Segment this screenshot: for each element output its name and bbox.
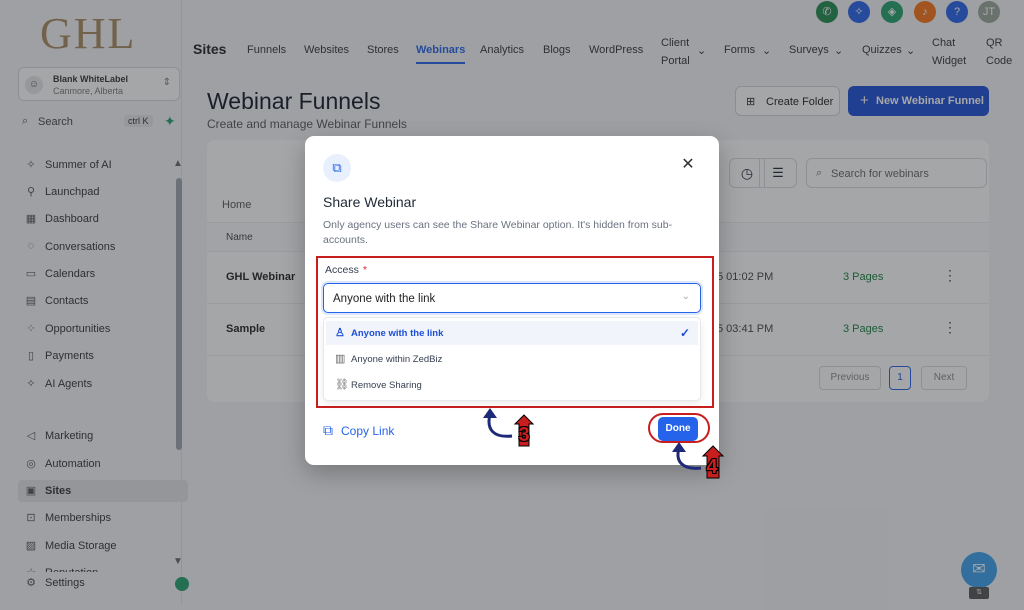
access-option-remove-sharing[interactable]: ⛓ Remove Sharing: [326, 373, 698, 397]
annotation-step-3: 3: [518, 424, 530, 446]
share-copy-icon: ⧉: [323, 154, 351, 182]
access-option-label: Anyone within ZedBiz: [351, 354, 443, 365]
annotation-step-4: 4: [706, 456, 718, 478]
access-option-within-org[interactable]: ▥ Anyone within ZedBiz: [326, 347, 698, 371]
access-label: Access *: [325, 264, 367, 276]
access-select[interactable]: Anyone with the link ⌄: [323, 283, 701, 313]
checkmark-icon: ✓: [679, 326, 690, 340]
access-dropdown: ♙ Anyone with the link ✓ ▥ Anyone within…: [323, 317, 701, 401]
required-mark: *: [362, 264, 367, 276]
user-icon: ♙: [335, 327, 345, 339]
access-select-value: Anyone with the link: [333, 293, 436, 305]
modal-description: Only agency users can see the Share Webi…: [323, 219, 673, 246]
copy-link-label: Copy Link: [341, 424, 395, 438]
copy-icon: ⧉: [323, 422, 333, 438]
access-option-label: Remove Sharing: [351, 380, 422, 391]
access-option-anyone-link[interactable]: ♙ Anyone with the link ✓: [326, 321, 698, 345]
access-option-label: Anyone with the link: [351, 328, 444, 339]
access-label-text: Access: [325, 264, 359, 276]
unlink-icon: ⛓: [335, 379, 349, 391]
chevron-down-icon: ⌄: [681, 291, 690, 302]
modal-title: Share Webinar: [323, 194, 417, 210]
building-icon: ▥: [335, 353, 346, 365]
close-icon[interactable]: ✕: [679, 156, 697, 174]
